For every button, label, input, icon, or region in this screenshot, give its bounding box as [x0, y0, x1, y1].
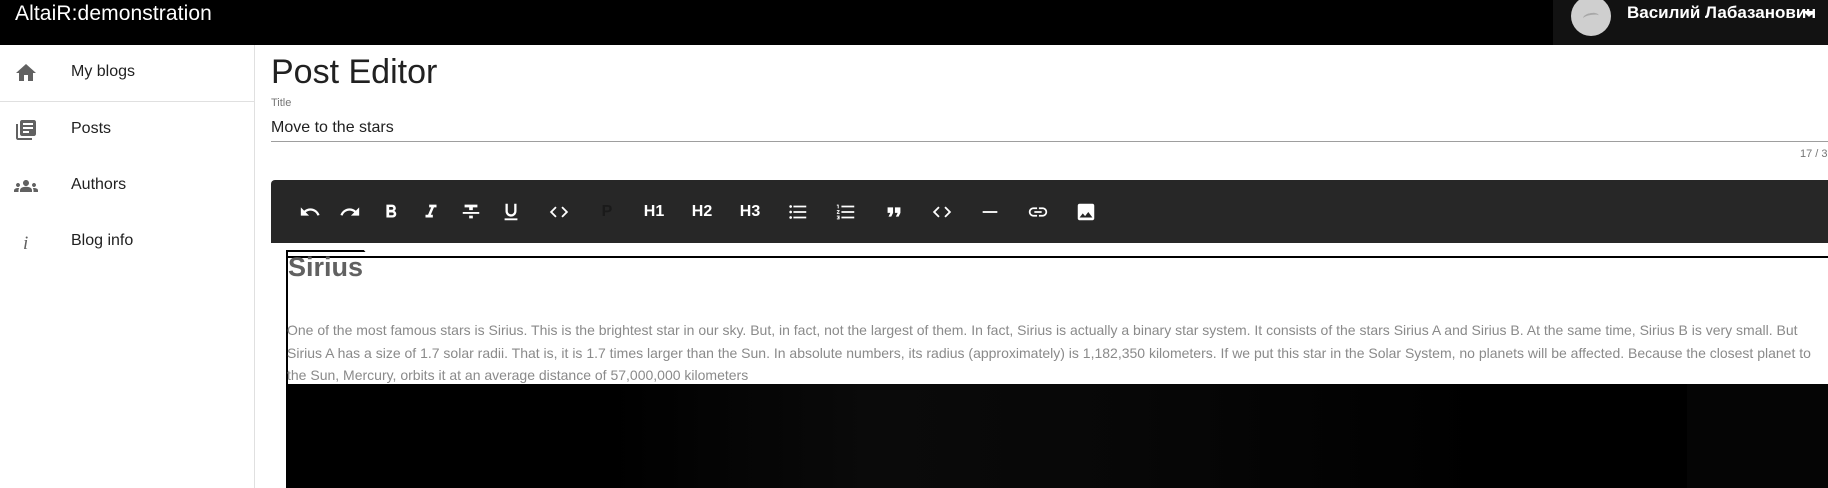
image-shade [1687, 384, 1828, 488]
image-shade [607, 384, 1487, 488]
h3-button[interactable]: H3 [732, 195, 768, 229]
bullet-list-button[interactable] [780, 195, 816, 229]
user-name[interactable]: Василий Лабазанович [1627, 3, 1816, 23]
undo-button[interactable] [292, 195, 328, 229]
sidebar-item-my-blogs[interactable]: My blogs [0, 45, 254, 101]
bold-icon [386, 204, 397, 218]
undo-icon [300, 207, 320, 216]
sidebar-item-posts[interactable]: Posts [0, 102, 254, 158]
posts-icon [14, 118, 38, 142]
content-paragraph[interactable]: One of the most famous stars is Sirius. … [287, 319, 1827, 387]
horizontal-rule-icon [982, 211, 998, 213]
italic-icon [425, 204, 437, 218]
paragraph-button[interactable]: P [589, 195, 625, 229]
avatar[interactable] [1571, 0, 1611, 36]
code-icon [932, 206, 952, 218]
italic-button[interactable] [413, 195, 449, 229]
image-button[interactable] [1068, 195, 1104, 229]
sidebar-item-authors[interactable]: Authors [0, 158, 254, 214]
horizontal-rule-button[interactable] [972, 195, 1008, 229]
bullet-list-icon [789, 205, 807, 219]
image-icon [1077, 203, 1095, 221]
caret-down-icon[interactable] [1803, 11, 1815, 17]
svg-text:i: i [23, 233, 28, 254]
user-menu[interactable]: Василий Лабазанович [1553, 0, 1828, 45]
app-bar: AltaiR:demonstration Василий Лабазанович [0, 0, 1828, 45]
embedded-image[interactable] [287, 384, 1828, 488]
sidebar-item-label: Authors [71, 176, 127, 193]
underline-button[interactable] [493, 195, 529, 229]
sidebar-item-blog-info[interactable]: i Blog info [0, 214, 254, 270]
code-icon [549, 206, 569, 218]
character-counter: 17 / 3 [1800, 148, 1828, 160]
sidebar: My blogs Posts Authors i Blog info [0, 45, 255, 488]
link-button[interactable] [1020, 195, 1056, 229]
h1-button[interactable]: H1 [636, 195, 672, 229]
quote-icon [887, 207, 901, 217]
page-title: Post Editor [271, 53, 438, 91]
ordered-list-icon [836, 204, 855, 220]
code-block-button[interactable] [924, 195, 960, 229]
blockquote-button[interactable] [876, 195, 912, 229]
ordered-list-button[interactable] [828, 195, 864, 229]
title-input[interactable] [271, 114, 1828, 142]
h2-button[interactable]: H2 [684, 195, 720, 229]
link-icon [1028, 207, 1048, 217]
sidebar-item-label: My blogs [71, 63, 136, 80]
home-icon [14, 61, 38, 85]
strikethrough-button[interactable] [453, 195, 489, 229]
content-heading[interactable]: Sirius [288, 252, 363, 283]
code-button[interactable] [541, 195, 577, 229]
app-title[interactable]: AltaiR:demonstration [15, 2, 212, 26]
redo-icon [340, 207, 360, 216]
sidebar-item-label: Posts [71, 120, 112, 137]
underline-icon [504, 203, 518, 221]
editor-toolbar: P H1 H2 H3 [271, 180, 1828, 243]
bold-button[interactable] [373, 195, 409, 229]
people-icon [13, 174, 38, 198]
strikethrough-icon [462, 204, 480, 219]
redo-button[interactable] [332, 195, 368, 229]
sidebar-item-label: Blog info [71, 232, 134, 249]
info-icon: i [14, 230, 38, 254]
title-field-label: Title [271, 97, 292, 109]
